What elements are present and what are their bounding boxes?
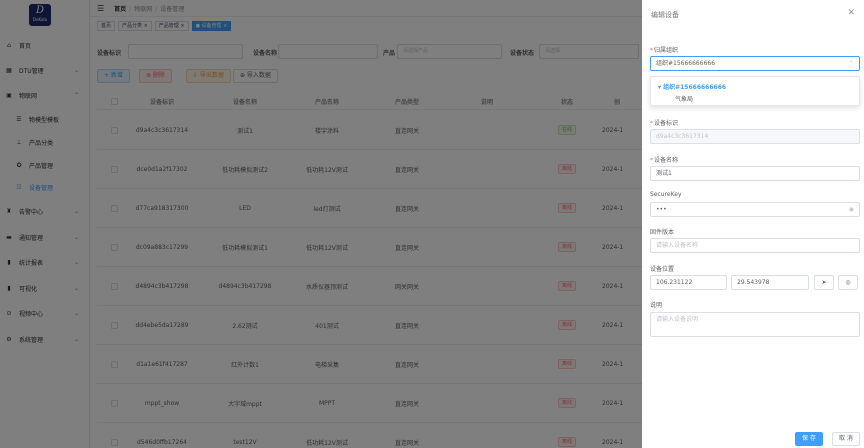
secure-key-field[interactable]: ••• ◉ — [650, 202, 860, 217]
org-select[interactable]: 组织#15666666666 ⌃ — [650, 56, 860, 71]
org-option-1[interactable]: ▾ 组织#15666666666 — [658, 82, 726, 91]
eye-icon: ◉ — [848, 206, 854, 213]
org-label: *归属组织 — [650, 47, 679, 54]
desc-textarea[interactable]: 请输入设备说明 — [650, 312, 860, 337]
device-name-field[interactable]: 测试1 — [650, 166, 860, 181]
org-dropdown: ▾ 组织#15666666666 气象局 — [650, 76, 860, 106]
edit-device-drawer: 编辑设备 ✕ *归属组织 组织#15666666666 ⌃ ▾ 组织#156666… — [642, 0, 864, 448]
firmware-label: 固件版本 — [650, 229, 675, 236]
cancel-button[interactable]: 取 消 — [832, 432, 860, 446]
org-option-2[interactable]: 气象局 — [675, 94, 693, 103]
desc-label: 说明 — [650, 302, 663, 309]
location-label: 设备位置 — [650, 266, 675, 273]
save-button[interactable]: 保 存 — [795, 432, 823, 446]
secure-key-label: SecureKey — [650, 191, 682, 198]
position-icon[interactable]: ◎ — [838, 275, 858, 290]
chevron-up-icon: ⌃ — [848, 60, 854, 67]
close-icon[interactable]: ✕ — [847, 8, 855, 18]
locate-icon[interactable]: ➤ — [814, 275, 834, 290]
longitude-field[interactable]: 106.231122 — [650, 275, 727, 290]
device-name-label: *设备名称 — [650, 157, 679, 164]
firmware-field[interactable]: 请输入设备名称 — [650, 238, 860, 253]
latitude-field[interactable]: 29.543978 — [731, 275, 809, 290]
device-id-label: *设备标识 — [650, 120, 679, 127]
modal-overlay[interactable] — [0, 0, 642, 448]
device-id-field: d9a4c3c3617314 — [650, 129, 860, 144]
drawer-title: 编辑设备 — [651, 11, 679, 19]
